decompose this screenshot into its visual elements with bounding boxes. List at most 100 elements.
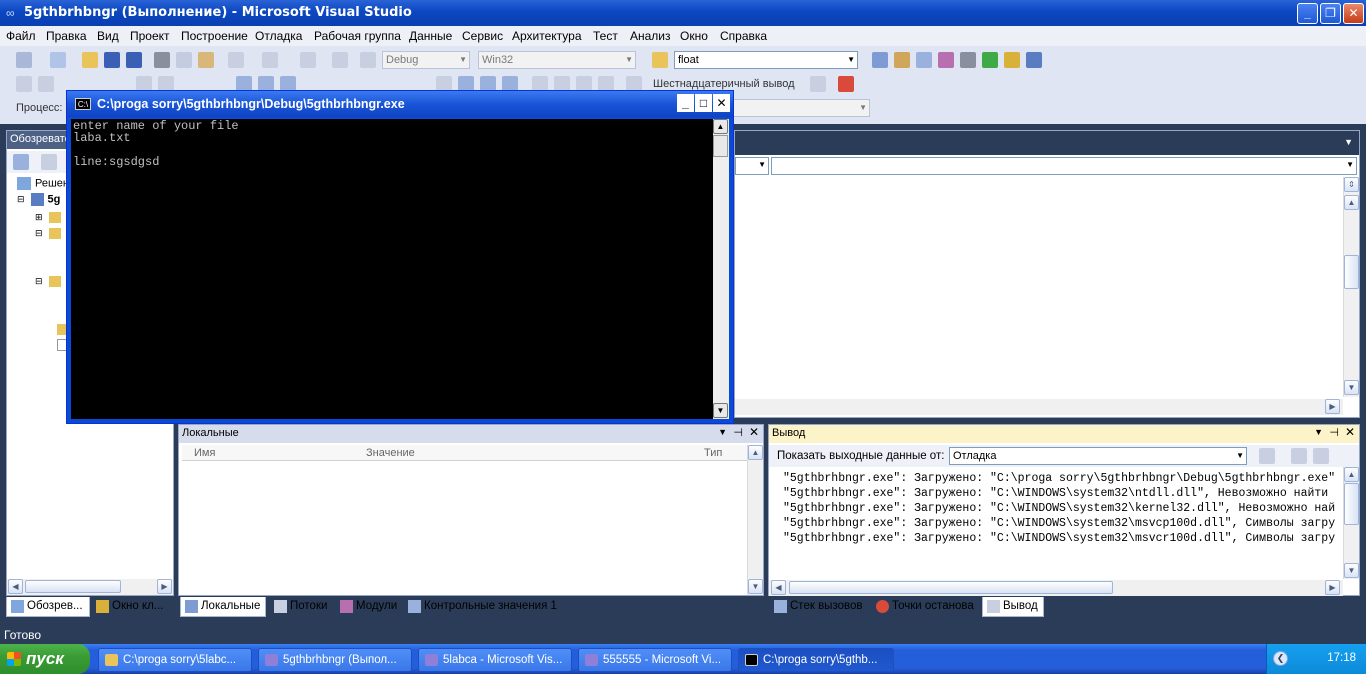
locals-vertical-scrollbar[interactable]: ▲ ▼	[747, 445, 763, 595]
scroll-thumb[interactable]	[1344, 255, 1359, 289]
console-close-button[interactable]: ✕	[713, 94, 730, 112]
close-icon[interactable]: ✕	[1345, 425, 1355, 439]
object-browser-icon[interactable]	[916, 52, 932, 68]
menu-window[interactable]: Окно	[680, 29, 708, 43]
type-nav-combo[interactable]: ▼	[735, 157, 769, 175]
scroll-right-button[interactable]: ▶	[1325, 580, 1340, 595]
panel-menu-icon[interactable]: ▼	[1314, 427, 1323, 437]
menu-edit[interactable]: Правка	[46, 29, 87, 43]
menu-build[interactable]: Построение	[181, 29, 248, 43]
word-wrap-icon[interactable]	[1313, 448, 1329, 464]
restore-button[interactable]: ❐	[1320, 3, 1341, 24]
collapse-icon[interactable]: ⊟	[17, 194, 25, 204]
minimize-button[interactable]: _	[1297, 3, 1318, 24]
menu-view[interactable]: Вид	[97, 29, 119, 43]
pin-icon[interactable]: ⊣	[1329, 426, 1339, 439]
save-all-icon[interactable]	[126, 52, 142, 68]
add-item-icon[interactable]	[50, 52, 66, 68]
new-project-icon[interactable]	[16, 52, 32, 68]
menu-file[interactable]: Файл	[6, 29, 36, 43]
scroll-thumb[interactable]	[789, 581, 1113, 594]
scroll-thumb[interactable]	[25, 580, 121, 593]
scroll-thumb[interactable]	[713, 135, 728, 157]
find-combo[interactable]: float ▼	[674, 51, 858, 69]
toolbar-icon[interactable]	[16, 76, 32, 92]
clear-all-icon[interactable]	[1291, 448, 1307, 464]
console-maximize-button[interactable]: □	[695, 94, 712, 112]
close-icon[interactable]: ✕	[749, 425, 759, 439]
menu-test[interactable]: Тест	[593, 29, 618, 43]
scroll-right-button[interactable]: ▶	[157, 579, 172, 594]
split-handle-icon[interactable]: ⇕	[1344, 177, 1359, 192]
show-all-files-icon[interactable]	[41, 154, 57, 170]
config-combo[interactable]: Debug ▼	[382, 51, 470, 69]
member-nav-combo[interactable]: ▼	[771, 157, 1357, 175]
find-in-files-icon[interactable]	[652, 52, 668, 68]
breakpoints-icon[interactable]	[838, 76, 854, 92]
tree-project-node[interactable]: ⊟ 5g	[17, 193, 60, 206]
tab-breakpoints[interactable]: Точки останова	[872, 597, 978, 617]
save-icon[interactable]	[104, 52, 120, 68]
menu-debug[interactable]: Отладка	[255, 29, 302, 43]
output-source-combo[interactable]: Отладка ▼	[949, 447, 1247, 465]
panel-menu-icon[interactable]: ▼	[718, 427, 727, 437]
scroll-up-button[interactable]: ▲	[1344, 467, 1359, 482]
class-view-icon[interactable]	[1004, 52, 1020, 68]
properties-icon[interactable]	[13, 154, 29, 170]
process-combo[interactable]: ▼	[730, 99, 870, 117]
menu-architecture[interactable]: Архитектура	[512, 29, 582, 43]
menu-tools[interactable]: Сервис	[462, 29, 503, 43]
undo-icon[interactable]	[228, 52, 244, 68]
taskbar-item-vs-5labca[interactable]: 5labca - Microsoft Vis...	[418, 648, 572, 672]
cut-icon[interactable]	[154, 52, 170, 68]
horizontal-scrollbar[interactable]: ◀ ▶	[7, 579, 173, 595]
navigate-forward-icon[interactable]	[332, 52, 348, 68]
close-button[interactable]: ✕	[1343, 3, 1364, 24]
redo-icon[interactable]	[262, 52, 278, 68]
tree-folder-node[interactable]: ⊟	[35, 275, 61, 287]
open-folder-icon[interactable]	[82, 52, 98, 68]
console-icon[interactable]: C:\	[75, 98, 91, 110]
menu-team[interactable]: Рабочая группа	[314, 29, 401, 43]
tab-call-stack[interactable]: Стек вызовов	[770, 597, 866, 617]
tray-expand-icon[interactable]: ❮	[1273, 651, 1288, 666]
menu-data[interactable]: Данные	[409, 29, 452, 43]
tree-folder-node[interactable]: ⊞	[35, 211, 61, 223]
tab-dropdown-icon[interactable]: ▼	[1344, 137, 1353, 147]
taskbar-item-explorer[interactable]: C:\proga sorry\5labc...	[98, 648, 252, 672]
output-vertical-scrollbar[interactable]: ▲ ▼	[1343, 467, 1359, 579]
menu-project[interactable]: Проект	[130, 29, 170, 43]
scroll-down-button[interactable]: ▼	[713, 403, 728, 418]
tab-threads[interactable]: Потоки	[270, 597, 331, 617]
copy-icon[interactable]	[176, 52, 192, 68]
menu-help[interactable]: Справка	[720, 29, 767, 43]
pin-icon[interactable]: ⊣	[733, 426, 743, 439]
tree-solution-node[interactable]: Решен	[17, 177, 69, 190]
command-window-icon[interactable]	[1026, 52, 1042, 68]
editor-vertical-scrollbar[interactable]: ⇕ ▲ ▼	[1343, 177, 1359, 397]
column-name[interactable]: Имя	[194, 447, 215, 459]
scroll-right-button[interactable]: ▶	[1325, 399, 1340, 414]
collapse-icon[interactable]: ⊟	[35, 228, 43, 238]
expand-icon[interactable]: ⊞	[35, 212, 43, 222]
extension-icon[interactable]	[982, 52, 998, 68]
scroll-up-button[interactable]: ▲	[748, 445, 763, 460]
threads-icon[interactable]	[810, 76, 826, 92]
properties-icon[interactable]	[894, 52, 910, 68]
tree-folder-node[interactable]: ⊟	[35, 227, 61, 239]
toolbar-icon[interactable]	[38, 76, 54, 92]
taskbar-item-console[interactable]: C:\proga sorry\5gthb...	[738, 648, 894, 672]
collapse-icon[interactable]: ⊟	[35, 276, 43, 286]
scroll-up-button[interactable]: ▲	[1344, 195, 1359, 210]
console-screen[interactable]: enter name of your file laba.txt line:sg…	[71, 119, 713, 419]
scroll-left-button[interactable]: ◀	[771, 580, 786, 595]
scroll-left-button[interactable]: ◀	[8, 579, 23, 594]
solution-explorer-icon[interactable]	[872, 52, 888, 68]
tab-solution-explorer[interactable]: Обозрев...	[6, 597, 90, 617]
scroll-thumb[interactable]	[1344, 483, 1359, 525]
paste-icon[interactable]	[198, 52, 214, 68]
column-value[interactable]: Значение	[366, 447, 415, 459]
console-minimize-button[interactable]: _	[677, 94, 694, 112]
taskbar-item-vs-555555[interactable]: 555555 - Microsoft Vi...	[578, 648, 732, 672]
output-text[interactable]: "5gthbrhbngr.exe": Загружено: "C:\proga …	[783, 471, 1343, 546]
